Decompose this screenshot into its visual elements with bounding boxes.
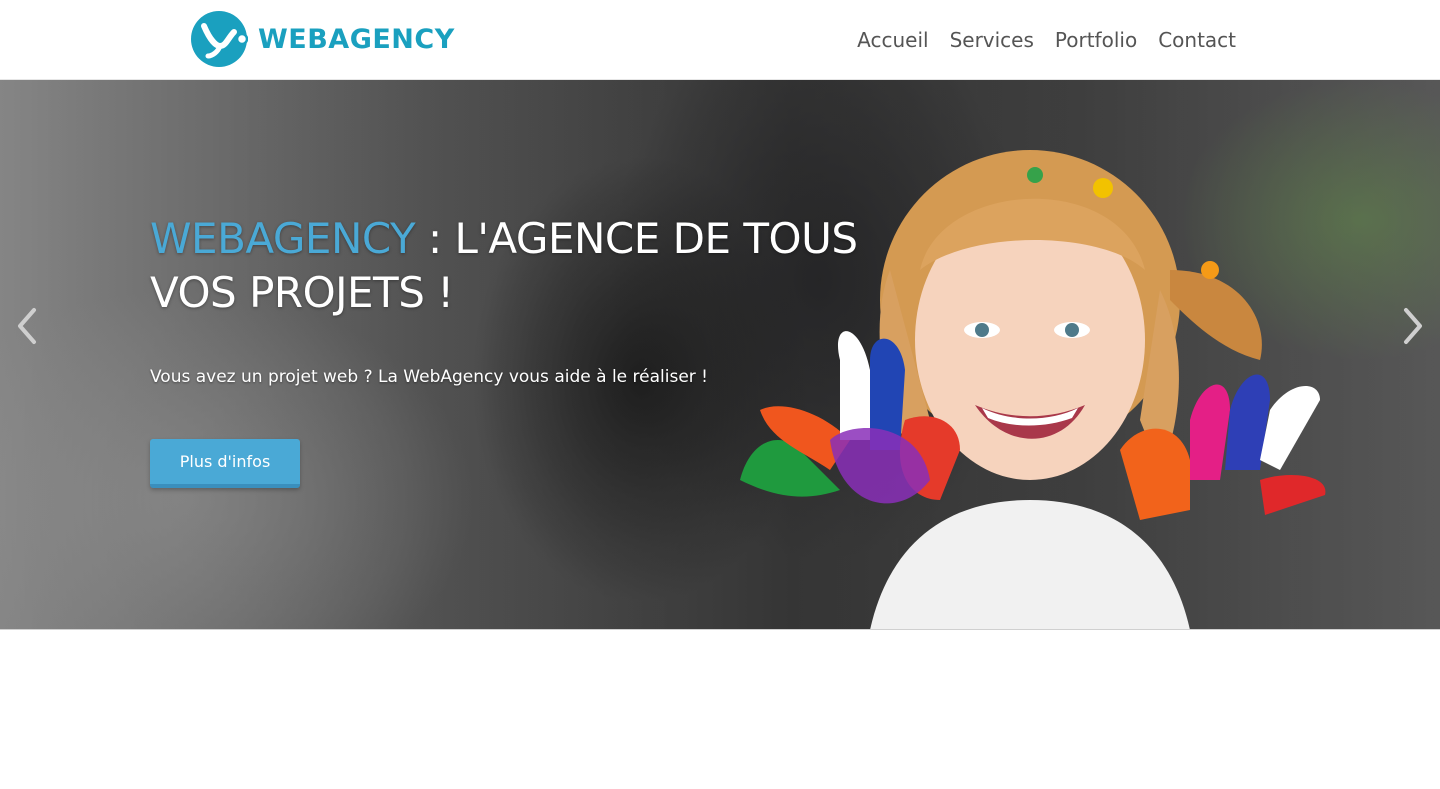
logo-text: WEBAGENCY bbox=[258, 23, 455, 55]
hero-image-girl-painted-hands bbox=[740, 150, 1326, 629]
more-info-button[interactable]: Plus d'infos bbox=[150, 439, 300, 488]
nav-accueil[interactable]: Accueil bbox=[857, 26, 928, 54]
hero-subtitle: Vous avez un projet web ? La WebAgency v… bbox=[150, 367, 708, 387]
carousel-next-button[interactable] bbox=[1398, 306, 1428, 346]
nav-portfolio[interactable]: Portfolio bbox=[1055, 26, 1137, 54]
nav-contact[interactable]: Contact bbox=[1158, 26, 1236, 54]
hero-title-brand: WEBAGENCY bbox=[150, 214, 416, 263]
chevron-right-icon bbox=[1404, 308, 1422, 344]
hero-title: WEBAGENCY : L'AGENCE DE TOUS VOS PROJETS… bbox=[150, 212, 870, 320]
hero-carousel: WEBAGENCY : L'AGENCE DE TOUS VOS PROJETS… bbox=[0, 80, 1440, 630]
nav-services[interactable]: Services bbox=[950, 26, 1034, 54]
carousel-prev-button[interactable] bbox=[12, 306, 42, 346]
logo[interactable]: WEBAGENCY bbox=[190, 10, 455, 68]
logo-icon bbox=[191, 11, 248, 67]
site-header: WEBAGENCY Accueil Services Portfolio Con… bbox=[0, 0, 1440, 80]
main-nav: Accueil Services Portfolio Contact bbox=[857, 26, 1236, 54]
chevron-left-icon bbox=[18, 308, 36, 344]
